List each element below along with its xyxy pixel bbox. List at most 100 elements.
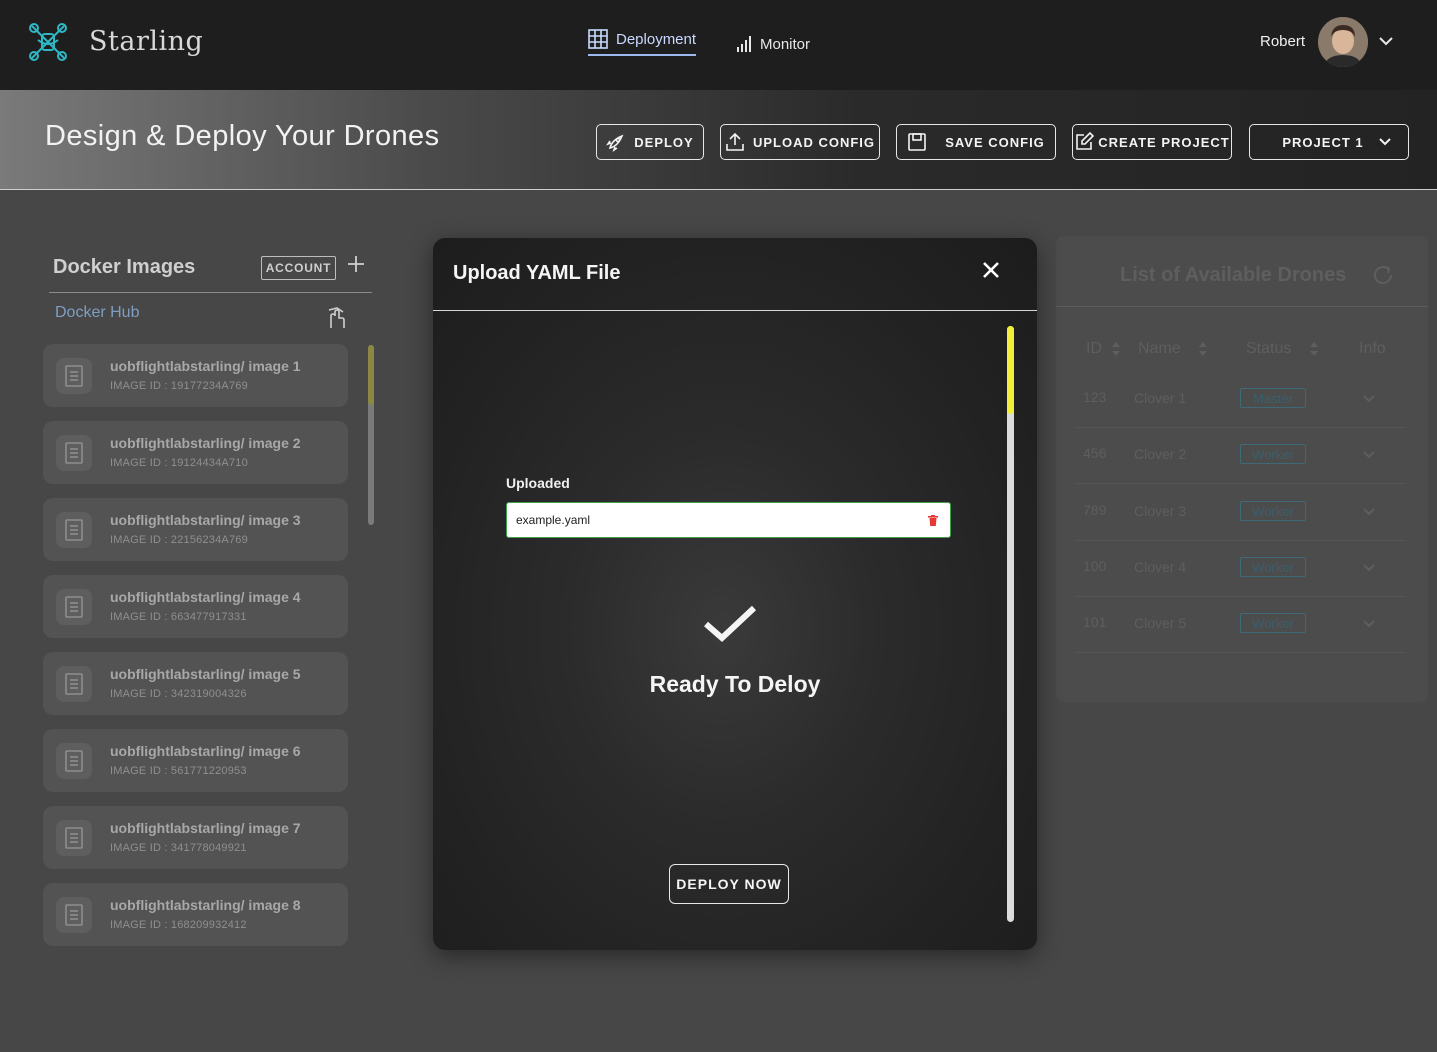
chevron-down-icon[interactable]	[1362, 391, 1376, 405]
drone-id: 123	[1083, 389, 1107, 405]
image-card-5[interactable]: uobflightlabstarling/ image 5 IMAGE ID :…	[43, 652, 348, 715]
image-name: uobflightlabstarling/ image 2	[110, 435, 301, 451]
drone-logo-icon[interactable]	[26, 20, 70, 64]
table-row[interactable]: 100 Clover 4 Worker	[1076, 541, 1406, 597]
upload-icon	[726, 132, 744, 151]
ready-status: Ready To Deloy	[649, 671, 821, 697]
project-select-value: PROJECT 1	[1282, 134, 1364, 150]
chevron-down-icon[interactable]	[1362, 504, 1376, 518]
uploaded-file-name: example.yaml	[516, 513, 591, 527]
table-row[interactable]: 101 Clover 5 Worker	[1076, 597, 1406, 653]
sort-icon	[1112, 341, 1121, 356]
drone-id: 789	[1083, 502, 1107, 518]
image-card-8[interactable]: uobflightlabstarling/ image 8 IMAGE ID :…	[43, 883, 348, 946]
nav-monitor-label: Monitor	[760, 35, 811, 53]
image-card-7[interactable]: uobflightlabstarling/ image 7 IMAGE ID :…	[43, 806, 348, 869]
trash-icon[interactable]	[928, 515, 938, 526]
image-id: IMAGE ID : 19177234A769	[110, 380, 248, 392]
divider	[49, 292, 372, 293]
image-card-1[interactable]: uobflightlabstarling/ image 1 IMAGE ID :…	[43, 344, 348, 407]
image-name: uobflightlabstarling/ image 1	[110, 358, 301, 374]
column-name-header[interactable]: Name	[1138, 340, 1208, 358]
column-info-header: Info	[1359, 340, 1386, 357]
chevron-down-icon[interactable]	[1362, 447, 1376, 461]
chevron-down-icon[interactable]	[1362, 616, 1376, 630]
modal-scrollbar[interactable]	[1007, 326, 1014, 922]
image-name: uobflightlabstarling/ image 3	[110, 512, 301, 528]
page-title: Design & Deploy Your Drones	[45, 120, 440, 152]
deploy-now-button[interactable]: DEPLOY NOW	[669, 864, 789, 904]
create-project-button[interactable]: CREATE PROJECT	[1072, 124, 1232, 160]
user-name[interactable]: Robert	[1260, 33, 1305, 50]
chevron-down-icon[interactable]	[1378, 33, 1394, 49]
image-card-6[interactable]: uobflightlabstarling/ image 6 IMAGE ID :…	[43, 729, 348, 792]
image-name: uobflightlabstarling/ image 4	[110, 589, 301, 605]
uploaded-label: Uploaded	[506, 475, 570, 491]
drone-name: Clover 5	[1134, 615, 1187, 631]
check-icon	[704, 605, 757, 643]
image-name: uobflightlabstarling/ image 5	[110, 666, 301, 682]
column-id-label: ID	[1086, 340, 1102, 357]
drone-id: 101	[1083, 614, 1107, 630]
save-config-label: SAVE CONFIG	[945, 134, 1045, 150]
status-badge: Worker	[1240, 613, 1306, 633]
bar-chart-icon	[737, 36, 751, 52]
image-id: IMAGE ID : 168209932412	[110, 919, 247, 931]
image-name: uobflightlabstarling/ image 8	[110, 897, 301, 913]
image-card-2[interactable]: uobflightlabstarling/ image 2 IMAGE ID :…	[43, 421, 348, 484]
divider	[1056, 306, 1428, 307]
document-icon	[56, 743, 92, 779]
divider	[433, 310, 1037, 311]
drones-panel: List of Available Drones ID Name Status …	[1056, 236, 1428, 702]
uploaded-file-field[interactable]: example.yaml	[506, 502, 951, 538]
image-id: IMAGE ID : 663477917331	[110, 611, 247, 623]
upload-config-button[interactable]: UPLOAD CONFIG	[720, 124, 880, 160]
image-card-3[interactable]: uobflightlabstarling/ image 3 IMAGE ID :…	[43, 498, 348, 561]
image-card-4[interactable]: uobflightlabstarling/ image 4 IMAGE ID :…	[43, 575, 348, 638]
images-scrollbar[interactable]	[368, 345, 374, 525]
deploy-button[interactable]: DEPLOY	[596, 124, 704, 160]
floppy-icon	[908, 133, 926, 151]
hand-pointer-icon[interactable]	[325, 306, 347, 330]
project-select[interactable]: PROJECT 1	[1249, 124, 1409, 160]
document-icon	[56, 589, 92, 625]
grid-icon	[588, 29, 608, 49]
drone-id: 456	[1083, 445, 1107, 461]
chevron-down-icon[interactable]	[1362, 560, 1376, 574]
column-name-label: Name	[1138, 340, 1181, 357]
table-row[interactable]: 123 Clover 1 Master	[1076, 372, 1406, 428]
chevron-down-icon	[1378, 138, 1391, 146]
drone-name: Clover 1	[1134, 390, 1187, 406]
image-id: IMAGE ID : 19124434A710	[110, 457, 248, 469]
sort-icon	[1309, 341, 1318, 356]
nav-monitor[interactable]: Monitor	[736, 30, 810, 58]
document-icon	[56, 820, 92, 856]
save-config-button[interactable]: SAVE CONFIG	[896, 124, 1056, 160]
nav-deployment[interactable]: Deployment	[588, 28, 697, 56]
upload-config-label: UPLOAD CONFIG	[752, 134, 876, 150]
column-id-header[interactable]: ID	[1086, 340, 1121, 358]
drone-name: Clover 3	[1134, 503, 1187, 519]
rocket-icon	[606, 134, 624, 152]
docker-hub-link[interactable]: Docker Hub	[55, 304, 139, 322]
column-status-header[interactable]: Status	[1246, 340, 1318, 358]
modal-scrollbar-thumb[interactable]	[1007, 326, 1014, 414]
avatar[interactable]	[1318, 17, 1368, 67]
nav-deployment-label: Deployment	[616, 30, 697, 48]
modal-title: Upload YAML File	[453, 262, 621, 284]
top-navigation: Starling Deployment Monitor Robert	[0, 0, 1437, 90]
images-scrollbar-thumb[interactable]	[368, 345, 374, 405]
upload-yaml-modal: Upload YAML File Uploaded example.yaml R…	[433, 238, 1037, 950]
add-icon[interactable]	[346, 254, 366, 274]
image-id: IMAGE ID : 342319004326	[110, 688, 247, 700]
close-icon[interactable]	[980, 259, 1002, 281]
refresh-icon[interactable]	[1372, 264, 1394, 286]
brand-name: Starling	[89, 26, 204, 57]
table-row[interactable]: 789 Clover 3 Worker	[1076, 485, 1406, 541]
account-button[interactable]: ACCOUNT	[261, 256, 336, 280]
status-badge: Worker	[1240, 444, 1306, 464]
drone-name: Clover 4	[1134, 559, 1187, 575]
table-row[interactable]: 456 Clover 2 Worker	[1076, 428, 1406, 484]
image-id: IMAGE ID : 341778049921	[110, 842, 247, 854]
status-badge: Worker	[1240, 501, 1306, 521]
